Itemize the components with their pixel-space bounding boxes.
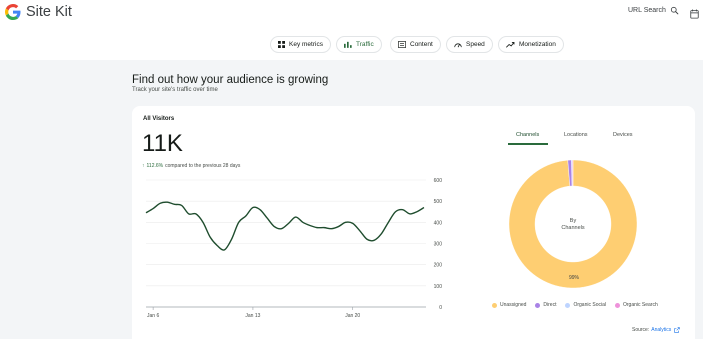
legend-label: Organic Social bbox=[573, 302, 606, 308]
section-title: Find out how your audience is growing bbox=[132, 74, 329, 86]
change-percent: 112.6% bbox=[146, 163, 164, 169]
content-icon bbox=[398, 41, 406, 48]
card-title: All Visitors bbox=[143, 116, 175, 122]
nav-chip-label: Speed bbox=[466, 41, 485, 48]
change-description: compared to the previous 28 days bbox=[165, 163, 241, 169]
nav-chip-key-metrics[interactable]: Key metrics bbox=[270, 36, 331, 53]
bar-chart-icon bbox=[344, 41, 352, 48]
y-tick-label: 600 bbox=[434, 178, 443, 184]
x-tick-label: Jan 13 bbox=[245, 313, 260, 318]
legend-label: Organic Search bbox=[622, 302, 658, 308]
site-kit-logo[interactable]: Site Kit bbox=[5, 4, 72, 20]
app-header: Site Kit URL Search Key metrics Traffic … bbox=[0, 0, 703, 60]
donut-slice-organic-search[interactable] bbox=[571, 159, 574, 187]
donut-center-label: By bbox=[570, 218, 577, 224]
legend-swatch bbox=[565, 302, 571, 308]
legend-swatch bbox=[492, 302, 497, 308]
visitor-count: 11K bbox=[142, 130, 183, 157]
dimension-tabs: Channels Locations Devices bbox=[508, 132, 652, 146]
y-tick-label: 300 bbox=[434, 242, 443, 248]
active-tab-indicator bbox=[508, 143, 548, 145]
channels-donut-chart: ByChannels 99% bbox=[508, 159, 638, 289]
y-tick-label: 400 bbox=[434, 220, 443, 226]
search-icon bbox=[670, 6, 679, 15]
tab-locations[interactable]: Locations bbox=[564, 132, 588, 138]
nav-chip-monetization[interactable]: Monetization bbox=[498, 36, 564, 53]
x-tick-label: Jan 6 bbox=[147, 313, 159, 318]
donut-legend: Unassigned Direct Organic Social Organic… bbox=[492, 302, 667, 308]
grid-icon bbox=[278, 41, 285, 48]
legend-swatch bbox=[535, 302, 541, 308]
y-tick-label: 100 bbox=[434, 284, 443, 290]
calendar-icon bbox=[690, 9, 699, 19]
legend-item-direct[interactable]: Direct bbox=[535, 302, 556, 308]
legend-label: Direct bbox=[543, 302, 557, 308]
legend-item-organic-social[interactable]: Organic Social bbox=[565, 302, 606, 308]
nav-chip-label: Key metrics bbox=[289, 41, 323, 48]
nav-chip-label: Monetization bbox=[519, 41, 556, 48]
date-range-button[interactable] bbox=[690, 6, 699, 24]
x-tick-label: Jan 20 bbox=[345, 313, 360, 318]
visitors-series-line bbox=[145, 201, 425, 251]
legend-item-unassigned[interactable]: Unassigned bbox=[492, 302, 526, 308]
change-indicator: ↑ 112.6% compared to the previous 28 day… bbox=[142, 163, 240, 169]
visitors-line-chart: 0 100 200 300 400 500 600 Jan 6 Jan 13 Jan 20 bbox=[145, 178, 443, 318]
analytics-link[interactable]: Analytics bbox=[651, 327, 671, 333]
source-label: Source: bbox=[632, 327, 650, 333]
dashboard-nav: Key metrics Traffic Content Speed Moneti… bbox=[0, 36, 703, 54]
legend-item-organic-search[interactable]: Organic Search bbox=[614, 302, 658, 308]
nav-chip-speed[interactable]: Speed bbox=[446, 36, 493, 53]
url-search-button[interactable]: URL Search bbox=[628, 6, 679, 15]
donut-percent-label: 99% bbox=[569, 275, 580, 281]
y-tick-label: 500 bbox=[434, 199, 443, 205]
y-tick-label: 200 bbox=[434, 263, 443, 269]
section-subtitle: Track your site's traffic over time bbox=[132, 87, 218, 93]
nav-chip-traffic[interactable]: Traffic bbox=[336, 36, 382, 53]
tab-devices[interactable]: Devices bbox=[613, 132, 633, 138]
url-search-label: URL Search bbox=[628, 7, 666, 14]
arrow-up-icon: ↑ bbox=[142, 163, 145, 169]
y-tick-label: 0 bbox=[439, 305, 442, 311]
legend-swatch bbox=[614, 302, 620, 308]
tab-channels[interactable]: Channels bbox=[516, 132, 539, 138]
donut-center-label: Channels bbox=[561, 225, 584, 231]
nav-chip-label: Content bbox=[410, 41, 433, 48]
data-source: Source: Analytics bbox=[632, 327, 680, 333]
brand-name: Site Kit bbox=[26, 4, 72, 20]
external-link-icon[interactable] bbox=[674, 327, 680, 333]
audience-card: All Visitors 11K ↑ 112.6% compared to th… bbox=[132, 106, 695, 339]
legend-label: Unassigned bbox=[500, 302, 527, 308]
trend-icon bbox=[506, 41, 515, 48]
speedometer-icon bbox=[454, 43, 462, 48]
nav-chip-label: Traffic bbox=[356, 41, 374, 48]
google-g-icon bbox=[5, 4, 21, 20]
nav-chip-content[interactable]: Content bbox=[390, 36, 441, 53]
